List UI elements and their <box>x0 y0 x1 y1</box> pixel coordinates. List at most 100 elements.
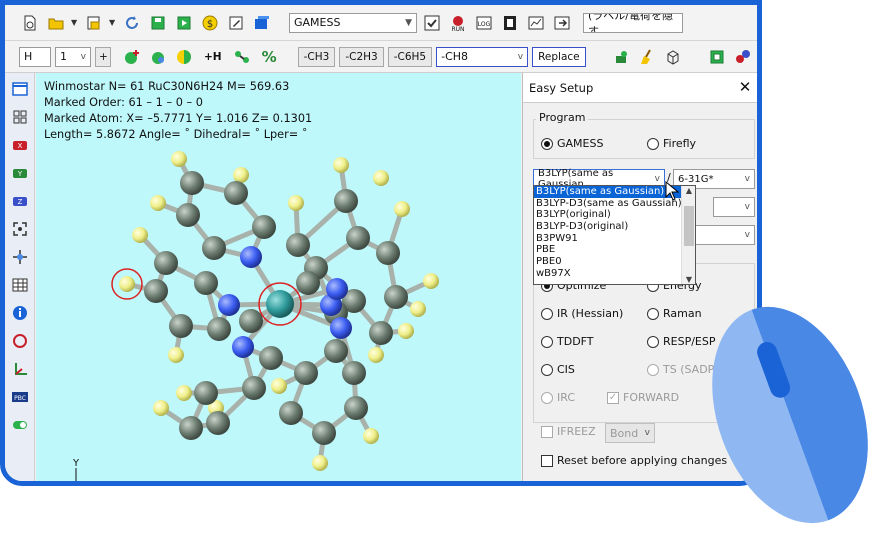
atom-c <box>384 285 408 309</box>
add-atom-icon[interactable] <box>121 46 143 68</box>
radio-indicator <box>647 307 659 320</box>
atom-c <box>179 416 203 440</box>
atom-h <box>168 347 184 363</box>
move-icon[interactable] <box>8 245 32 269</box>
save-as-icon[interactable] <box>173 12 195 34</box>
method-option[interactable]: B3LYP-D3(original) <box>534 221 695 233</box>
radio-gamess[interactable]: GAMESS <box>541 137 603 150</box>
info-icon[interactable] <box>8 301 32 325</box>
group-ch3-button[interactable]: -CH3 <box>297 46 336 67</box>
atom-h <box>363 428 379 444</box>
plus-button[interactable]: + <box>95 46 111 67</box>
ifreez-checkbox[interactable]: IFREEZ <box>541 425 596 438</box>
molecule-structure: Y <box>72 151 439 481</box>
radio-indicator <box>541 137 553 150</box>
basis-select-value: 6-31G* <box>678 173 714 185</box>
fragment-icon[interactable] <box>610 46 632 68</box>
replace-button[interactable]: Replace <box>532 46 586 67</box>
half-circle-icon[interactable] <box>173 46 195 68</box>
edit-toolbar: H 1v + +H % -CH3 -C2H3 -C6H5 -CH8 v Repla… <box>5 41 757 73</box>
radio-firefly[interactable]: Firefly <box>647 137 696 150</box>
program-select[interactable]: GAMESS ▼ <box>289 12 417 33</box>
mouse-pointer-icon <box>665 181 679 201</box>
atom-c <box>144 279 168 303</box>
edit-icon[interactable] <box>225 12 247 34</box>
group-select[interactable]: -CH8 v <box>436 46 529 67</box>
radio-indicator <box>541 391 553 404</box>
radio-indicator <box>541 307 553 320</box>
import-icon[interactable] <box>83 12 105 34</box>
checkbox-box <box>541 425 553 438</box>
window-layout-icon[interactable] <box>8 77 32 101</box>
rotate-y-icon[interactable]: Y <box>8 161 32 185</box>
radio-cis[interactable]: CIS <box>541 363 575 376</box>
exit-icon[interactable] <box>551 12 573 34</box>
radio-irc[interactable]: IRC <box>541 391 575 404</box>
broom-icon[interactable] <box>636 46 658 68</box>
charge-select[interactable]: v <box>713 197 755 217</box>
open-folder-icon[interactable] <box>45 12 67 34</box>
count-select[interactable]: 1v <box>55 46 91 67</box>
replace-atom-icon[interactable] <box>147 46 169 68</box>
atom-h <box>150 195 166 211</box>
method-option[interactable]: PBE <box>534 244 695 256</box>
check-icon: ✓ <box>607 391 619 404</box>
method-option[interactable]: wB97X <box>534 268 695 280</box>
atom-h <box>373 170 389 186</box>
save-icon[interactable] <box>147 12 169 34</box>
group-c2h3-button[interactable]: -C2H3 <box>339 46 384 67</box>
add-hydrogen-button[interactable]: +H <box>199 47 227 67</box>
atom-c <box>224 181 248 205</box>
atom-h <box>176 385 192 401</box>
scrollbar-thumb[interactable] <box>684 206 694 246</box>
group-c6h5-button[interactable]: -C6H5 <box>387 46 433 67</box>
forward-checkbox[interactable]: ✓ FORWARD <box>607 391 679 404</box>
molecule-viewport[interactable]: Winmostar N= 61 RuC30N6H24 M= 569.63 Mar… <box>36 73 521 481</box>
rotate-z-icon[interactable]: Z <box>8 189 32 213</box>
svg-text:Z: Z <box>17 198 22 206</box>
chart-icon[interactable] <box>525 12 547 34</box>
radio-indicator <box>541 363 553 376</box>
percent-button[interactable]: % <box>257 47 282 67</box>
radio-raman[interactable]: Raman <box>647 307 702 320</box>
dropdown-scrollbar[interactable]: ▲ ▼ <box>681 186 695 284</box>
checkbox-box <box>541 454 553 467</box>
atom-c <box>169 314 193 338</box>
atom-ru <box>266 290 294 318</box>
label-charge-select[interactable]: (ラベル/電荷を隠す <box>583 12 683 33</box>
radio-tddft[interactable]: TDDFT <box>541 335 594 348</box>
log-icon[interactable]: LOG <box>473 12 495 34</box>
rotate-x-icon[interactable]: X <box>8 133 32 157</box>
method-option[interactable]: B3PW91 <box>534 233 695 245</box>
crystal-icon[interactable] <box>706 46 728 68</box>
check-icon[interactable] <box>421 12 443 34</box>
close-icon[interactable]: ✕ <box>736 78 754 96</box>
film-icon[interactable] <box>499 12 521 34</box>
fit-view-icon[interactable] <box>8 217 32 241</box>
chevron-down-icon[interactable]: ▼ <box>109 18 117 27</box>
radio-ir[interactable]: IR (Hessian) <box>541 307 623 320</box>
scroll-up-icon[interactable]: ▲ <box>682 186 695 195</box>
easy-setup-title: Easy Setup <box>529 80 594 95</box>
circle-select-icon[interactable] <box>8 329 32 353</box>
table-icon[interactable] <box>8 273 32 297</box>
atom-c <box>194 381 218 405</box>
bond-select[interactable]: Bond v <box>605 423 655 443</box>
axis-icon[interactable] <box>8 357 32 381</box>
toggle-icon[interactable] <box>8 413 32 437</box>
chevron-down-icon[interactable]: ▼ <box>71 18 79 27</box>
new-file-icon[interactable] <box>19 12 41 34</box>
scroll-down-icon[interactable]: ▼ <box>682 275 695 284</box>
cube-icon[interactable] <box>662 46 684 68</box>
window-icon[interactable] <box>251 12 273 34</box>
pbc-icon[interactable]: PBC <box>8 385 32 409</box>
grid-layout-icon[interactable] <box>8 105 32 129</box>
bond-icon[interactable] <box>231 46 253 68</box>
molecule-icon[interactable] <box>732 46 754 68</box>
element-input[interactable]: H <box>19 46 51 67</box>
method-option[interactable]: PBE0 <box>534 256 695 268</box>
refresh-icon[interactable] <box>121 12 143 34</box>
run-icon[interactable]: RUN <box>447 12 469 34</box>
method-option[interactable]: B3LYP(original) <box>534 209 695 221</box>
coin-icon[interactable]: $ <box>199 12 221 34</box>
